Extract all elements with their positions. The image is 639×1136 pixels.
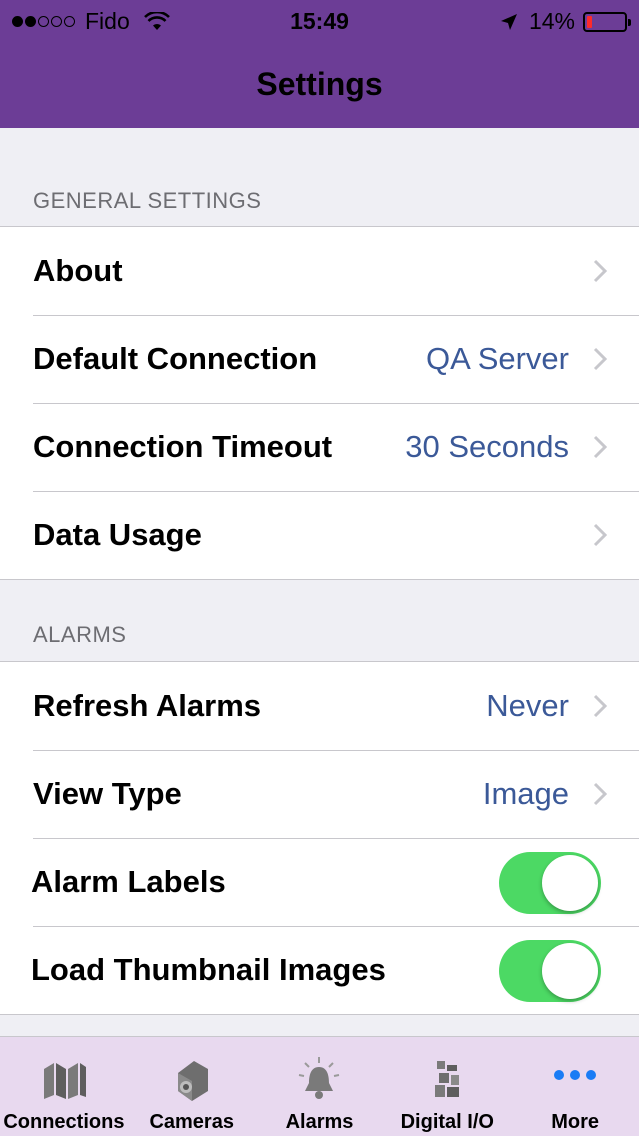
chevron-right-icon	[593, 435, 607, 459]
row-label: View Type	[33, 776, 182, 811]
tab-label: Alarms	[285, 1111, 354, 1133]
section-header-alarms: ALARMS	[33, 622, 127, 647]
tab-label: Connections	[3, 1111, 125, 1133]
section-header-general: GENERAL SETTINGS	[33, 188, 262, 213]
row-refresh-alarms[interactable]: Refresh Alarms Never	[0, 662, 639, 750]
row-label: Load Thumbnail Images	[31, 952, 386, 987]
chevron-right-icon	[593, 347, 607, 371]
chevron-right-icon	[593, 259, 607, 283]
alarms-group: Refresh Alarms Never View Type Image Ala…	[0, 661, 639, 1015]
row-label: Alarm Labels	[31, 864, 226, 899]
tab-alarms[interactable]: Alarms	[256, 1037, 384, 1136]
alarm-labels-toggle[interactable]	[499, 852, 601, 914]
battery-icon	[583, 11, 631, 32]
alarm-bell-icon	[299, 1057, 340, 1099]
row-label: Default Connection	[33, 341, 318, 376]
toggle-knob	[542, 855, 598, 911]
row-label: Data Usage	[33, 517, 202, 552]
digital-io-icon	[435, 1061, 460, 1097]
row-label: Connection Timeout	[33, 429, 333, 464]
row-connection-timeout[interactable]: Connection Timeout 30 Seconds	[0, 403, 639, 491]
chevron-right-icon	[593, 523, 607, 547]
connections-icon	[43, 1063, 86, 1099]
row-alarm-labels: Alarm Labels	[0, 838, 639, 926]
tab-label: Cameras	[149, 1111, 234, 1133]
more-dots-icon	[554, 1070, 597, 1080]
tab-label: Digital I/O	[400, 1111, 494, 1133]
tab-digital-io[interactable]: Digital I/O	[383, 1037, 511, 1136]
chevron-right-icon	[593, 782, 607, 806]
general-settings-group: About Default Connection QA Server Conne…	[0, 226, 639, 580]
row-view-type[interactable]: View Type Image	[0, 750, 639, 838]
row-load-thumbnail-images: Load Thumbnail Images	[0, 926, 639, 1014]
row-about[interactable]: About	[0, 227, 639, 315]
row-value: Never	[486, 688, 569, 723]
tab-more[interactable]: More	[511, 1037, 639, 1136]
location-arrow-icon	[500, 13, 517, 30]
row-value: 30 Seconds	[405, 429, 569, 464]
load-thumbnails-toggle[interactable]	[499, 940, 601, 1002]
battery-percent: 14%	[528, 8, 575, 34]
settings-screen: Fido 15:49 14% Settings GENERAL SETTINGS…	[0, 0, 639, 1136]
top-bar: Fido 15:49 14% Settings	[0, 0, 639, 128]
row-data-usage[interactable]: Data Usage	[0, 491, 639, 579]
toggle-knob	[542, 943, 598, 999]
camera-icon	[177, 1061, 208, 1101]
tab-cameras[interactable]: Cameras	[128, 1037, 256, 1136]
page-title: Settings	[256, 66, 383, 102]
row-value: Image	[482, 776, 569, 811]
tab-connections[interactable]: Connections	[0, 1037, 128, 1136]
row-label: Refresh Alarms	[33, 688, 262, 723]
row-default-connection[interactable]: Default Connection QA Server	[0, 315, 639, 403]
tab-bar: Connections Cameras Alarms Digital I/O M…	[0, 1036, 639, 1136]
row-label: About	[33, 253, 123, 288]
status-bar: Fido 15:49 14%	[0, 0, 639, 42]
tab-label: More	[551, 1111, 599, 1133]
row-value: QA Server	[426, 341, 569, 376]
chevron-right-icon	[593, 694, 607, 718]
status-right: 14%	[499, 8, 631, 35]
